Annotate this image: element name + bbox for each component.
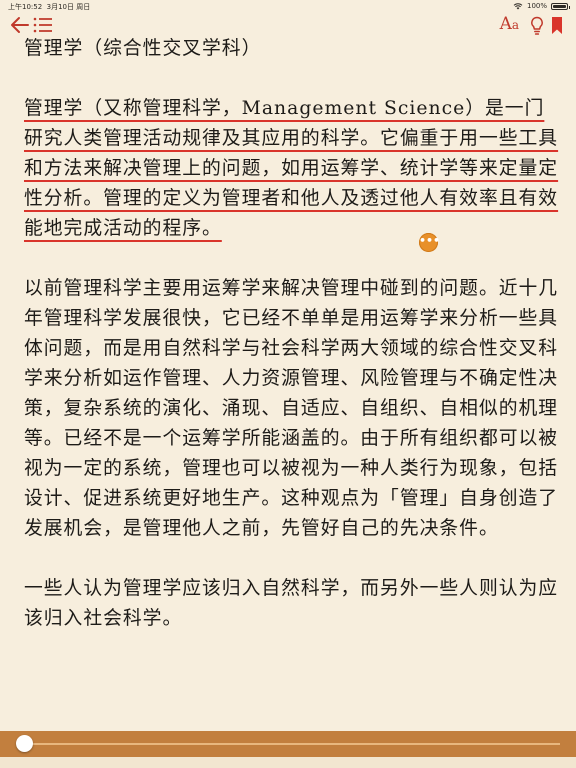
status-right: 100%	[513, 2, 570, 10]
wifi-icon	[513, 3, 523, 10]
section-heading: 管理学（综合性交叉学科）	[24, 38, 262, 59]
highlight-text[interactable]: 管理学（又称管理科学，Management Science）是一门研究人类管理活…	[24, 98, 558, 239]
status-date: 3月10日 周日	[46, 3, 91, 11]
status-time: 上午10:52	[8, 3, 43, 11]
highlighted-paragraph[interactable]: 管理学（又称管理科学，Management Science）是一门研究人类管理活…	[24, 94, 560, 244]
paragraph: 以前管理科学主要用运筹学来解决管理中碰到的问题。近十几年管理科学发展很快，它已经…	[24, 278, 559, 539]
reading-progress-bar	[0, 731, 576, 757]
reading-content: 管理学（综合性交叉学科） 管理学（又称管理科学，Management Scien…	[24, 34, 560, 634]
battery-icon	[551, 2, 570, 10]
progress-slider-thumb[interactable]	[15, 735, 33, 752]
bottom-strip	[0, 757, 576, 768]
status-time-date: 上午10:52 3月10日 周日	[8, 2, 90, 12]
battery-fill	[553, 4, 566, 8]
note-badge-icon[interactable]: •••	[419, 233, 440, 252]
battery-percent: 100%	[526, 2, 547, 10]
font-label-small: a	[511, 18, 519, 32]
paragraph: 一些人认为管理学应该归入自然科学，而另外一些人则认为应该归入社会科学。	[24, 578, 559, 629]
font-label-large: A	[499, 14, 512, 34]
status-bar: 上午10:52 3月10日 周日 100%	[0, 0, 576, 12]
font-settings-icon[interactable]: Aa	[500, 14, 519, 35]
progress-track[interactable]	[24, 743, 560, 745]
